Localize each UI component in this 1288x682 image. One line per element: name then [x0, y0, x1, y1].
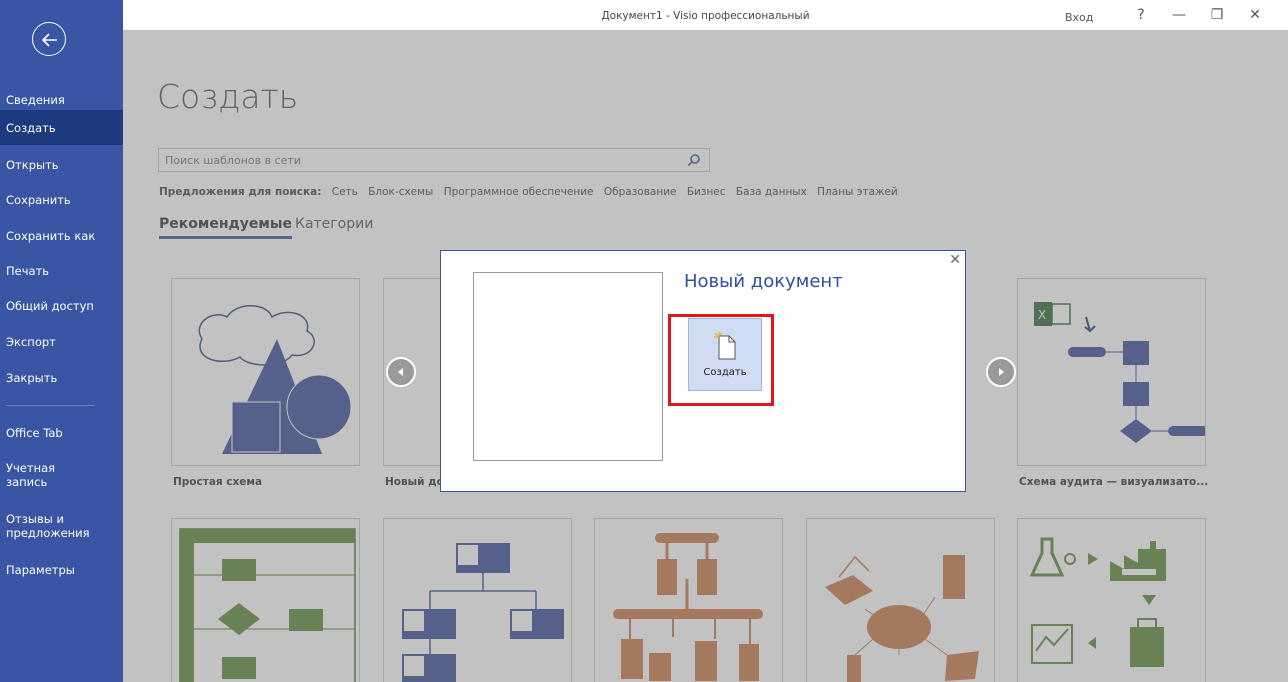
sign-in-link[interactable]: Вход [1065, 11, 1093, 24]
next-template-button[interactable] [986, 357, 1016, 387]
sidebar-item-save[interactable]: Сохранить [0, 193, 123, 207]
sidebar-separator [6, 405, 94, 406]
template-preview [473, 272, 663, 461]
backstage-sidebar: Сведения Создать Открыть Сохранить Сохра… [0, 0, 123, 682]
sidebar-item-account[interactable]: Учетная запись [0, 461, 80, 489]
back-arrow-icon [41, 33, 57, 47]
previous-template-button[interactable] [386, 357, 416, 387]
window-title: Документ1 - Visio профессиональный [601, 10, 810, 22]
sidebar-item-open[interactable]: Открыть [0, 158, 123, 172]
back-button[interactable] [32, 22, 66, 56]
sidebar-item-options[interactable]: Параметры [0, 563, 123, 577]
sidebar-item-save-as[interactable]: Сохранить как [0, 229, 123, 243]
highlight-box [668, 314, 774, 406]
dialog-title: Новый документ [684, 271, 843, 292]
sidebar-item-close[interactable]: Закрыть [0, 371, 123, 385]
chevron-right-icon [999, 368, 1004, 376]
sidebar-item-export[interactable]: Экспорт [0, 335, 123, 349]
help-button[interactable]: ? [1131, 7, 1151, 23]
sidebar-item-feedback[interactable]: Отзывы и предложения [0, 512, 110, 540]
sidebar-item-print[interactable]: Печать [0, 264, 123, 278]
sidebar-item-new[interactable]: Создать [0, 110, 123, 145]
close-dialog-icon[interactable]: ✕ [949, 252, 961, 268]
sidebar-item-info[interactable]: Сведения [0, 89, 123, 110]
restore-button[interactable]: ❐ [1207, 7, 1227, 23]
chevron-left-icon [398, 368, 403, 376]
minimize-button[interactable]: — [1169, 7, 1189, 23]
title-bar: Документ1 - Visio профессиональный Вход … [123, 0, 1288, 30]
sidebar-item-share[interactable]: Общий доступ [0, 299, 123, 313]
sidebar-item-office-tab[interactable]: Office Tab [0, 426, 123, 440]
visio-backstage: Сведения Создать Открыть Сохранить Сохра… [0, 0, 1288, 682]
close-window-button[interactable]: ✕ [1245, 7, 1265, 23]
